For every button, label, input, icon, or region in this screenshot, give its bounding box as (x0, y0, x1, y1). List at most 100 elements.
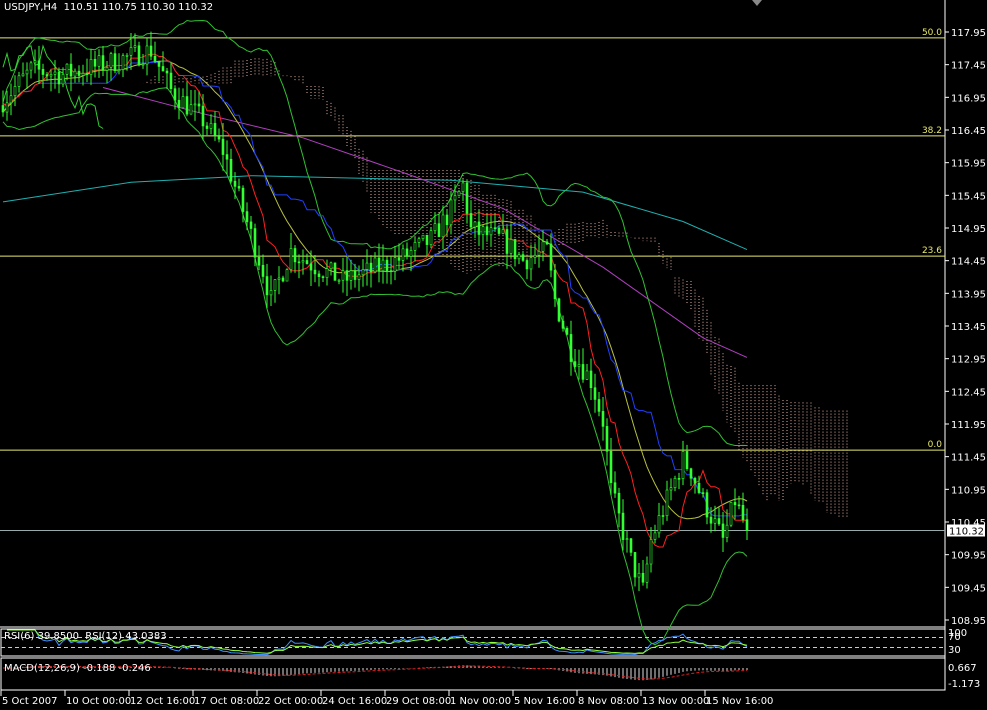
candle-body (709, 516, 713, 524)
candle-body (113, 53, 117, 72)
candle-body (669, 487, 673, 491)
candle-body (385, 259, 389, 271)
candle-body (469, 213, 473, 228)
candle-body (585, 370, 589, 380)
candle-body (577, 364, 581, 367)
price-tick-label: 112.45 (951, 387, 986, 398)
candle-body (257, 256, 261, 266)
candle-body (653, 532, 657, 540)
candle-body (273, 279, 277, 291)
candle-body (405, 248, 409, 257)
price-tick-label: 116.45 (951, 126, 986, 137)
candle-body (25, 69, 29, 75)
price-tick-label: 111.45 (951, 453, 986, 464)
candle-body (361, 269, 365, 276)
candle-body (293, 248, 297, 263)
candle-body (169, 72, 173, 89)
fib-label: 23.6 (922, 246, 942, 256)
candle-body (481, 226, 485, 235)
price-tick-label: 109.95 (951, 551, 986, 562)
time-tick-label: 17 Oct 08:00 (194, 696, 259, 707)
candle-body (125, 55, 129, 57)
macd-scale-label: -1.173 (948, 679, 980, 690)
candle-body (445, 214, 449, 226)
candle-body (157, 60, 161, 67)
candle-body (93, 59, 97, 67)
candle-body (249, 221, 253, 229)
candle-body (61, 73, 65, 85)
candle-body (181, 96, 185, 109)
candle-body (529, 257, 533, 270)
price-tick-label: 115.95 (951, 159, 986, 170)
current-price-label: 110.32 (949, 526, 984, 537)
candle-body (513, 239, 517, 260)
candle-body (201, 105, 205, 127)
candle-body (569, 334, 573, 362)
candle-body (689, 468, 693, 479)
candle-body (745, 519, 749, 531)
candle-body (409, 250, 413, 257)
candle-body (461, 182, 465, 192)
candle-body (425, 234, 429, 245)
candle-body (233, 180, 237, 187)
time-tick-label: 5 Oct 2007 (2, 696, 57, 707)
candle-body (89, 59, 93, 75)
candle-body (729, 502, 733, 526)
price-chart[interactable]: 117.95 117.45 116.95 116.45 115.95 115.45 114.… (0, 0, 987, 710)
candle-body (261, 264, 265, 277)
candle-body (305, 260, 309, 264)
time-tick-label: 15 Nov 16:00 (706, 696, 773, 707)
candle-body (509, 239, 513, 254)
price-tick-label: 114.95 (951, 224, 986, 235)
candle-body (317, 273, 321, 277)
candle-body (105, 67, 109, 71)
candle-body (17, 75, 21, 87)
candle-body (389, 270, 393, 272)
candle-body (453, 195, 457, 201)
candle-body (601, 411, 605, 427)
candle-body (165, 70, 169, 74)
time-tick-label: 29 Oct 08:00 (386, 696, 451, 707)
candle-body (41, 68, 45, 75)
price-tick-label: 111.95 (951, 420, 986, 431)
candle-body (9, 95, 13, 104)
ohlc-readout: 110.51 110.75 110.30 110.32 (63, 2, 214, 13)
candle-body (265, 276, 269, 296)
price-tick-label: 115.45 (951, 191, 986, 202)
candle-body (5, 102, 9, 113)
macd-label: MACD(12,26,9) -0.188 -0.246 (4, 663, 151, 674)
candle-body (205, 125, 209, 129)
candle-body (433, 223, 437, 231)
time-tick-label: 24 Oct 16:00 (322, 696, 387, 707)
candle-body (141, 63, 145, 66)
candle-body (525, 260, 529, 270)
fib-label: 38.2 (922, 126, 942, 136)
candle-body (189, 104, 193, 115)
candle-body (537, 251, 541, 256)
time-tick-label: 5 Nov 16:00 (514, 696, 575, 707)
candle-body (617, 492, 621, 514)
candle-body (429, 230, 433, 245)
candle-body (281, 277, 285, 282)
chart-title: USDJPY,H4 110.51 110.75 110.30 110.32 (4, 2, 213, 13)
candle-body (349, 270, 353, 281)
price-tick-label: 109.45 (951, 583, 986, 594)
candle-body (549, 243, 553, 271)
candle-body (357, 274, 361, 280)
candle-body (605, 426, 609, 452)
candle-body (33, 60, 37, 64)
candle-body (557, 298, 561, 322)
rsi-label: RSI(6) 39.8500 RSI(12) 43.0383 (4, 631, 167, 642)
candle-body (221, 138, 225, 155)
candle-body (313, 269, 317, 275)
candles (1, 31, 749, 592)
candle-body (117, 69, 121, 72)
candle-body (97, 55, 101, 67)
candle-body (441, 214, 445, 238)
candle-body (289, 248, 293, 270)
candle-body (693, 477, 697, 484)
price-tick-label: 117.95 (951, 28, 986, 39)
candle-body (573, 361, 577, 367)
candle-body (465, 182, 469, 214)
time-tick-label: 13 Nov 00:00 (642, 696, 709, 707)
